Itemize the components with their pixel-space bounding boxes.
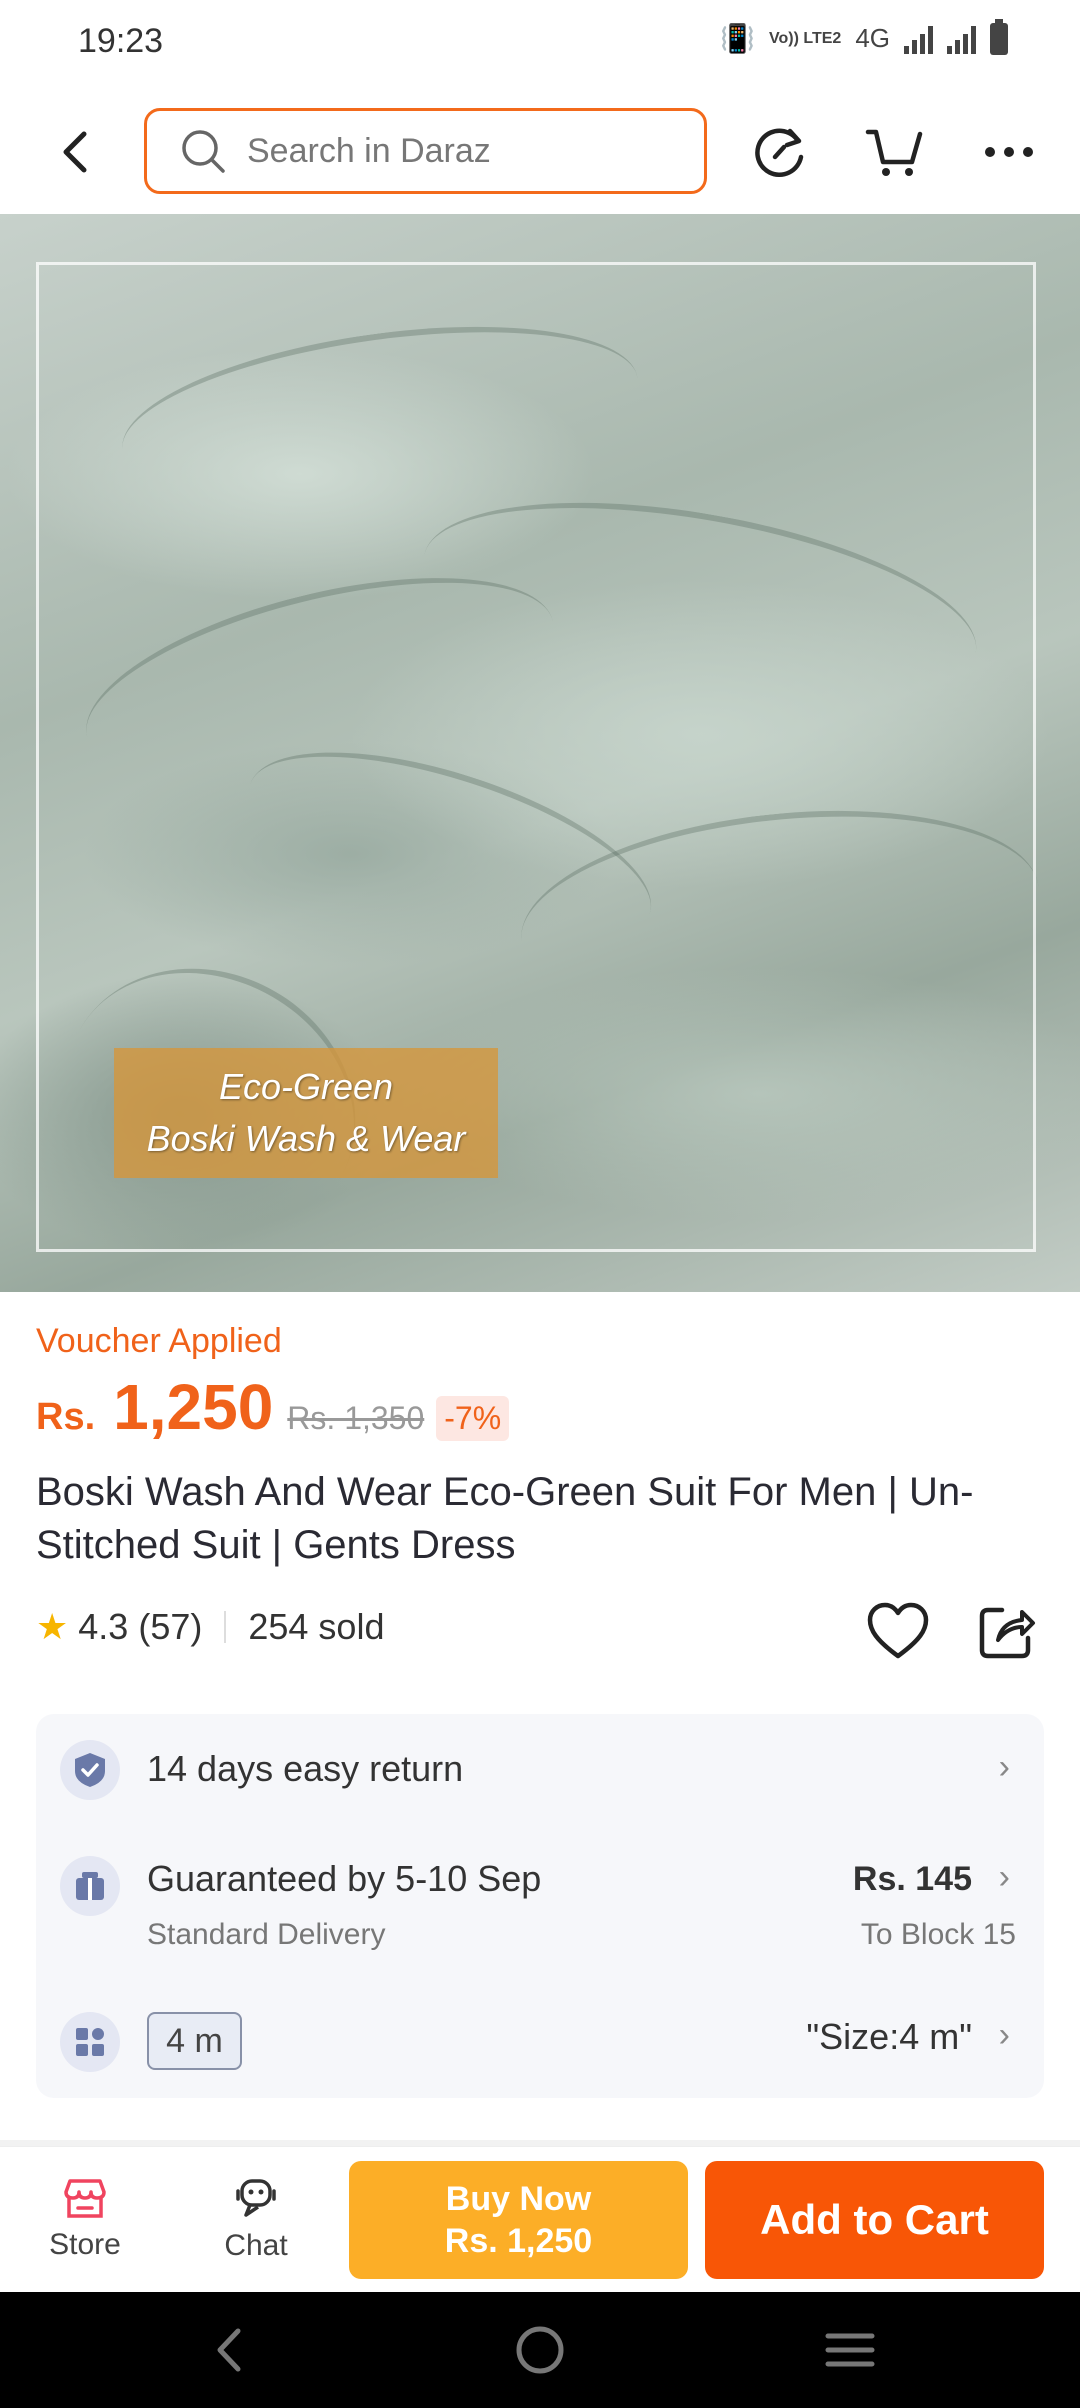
price-value: 1,250 [113, 1371, 274, 1443]
service-info-card: 14 days easy return › Guaranteed by 5-10… [36, 1714, 1044, 2098]
status-icons: 📳 Vo)) LTE2 4G [720, 18, 1008, 55]
product-image[interactable]: Eco-Green Boski Wash & Wear [0, 214, 1080, 1292]
chevron-left-icon [63, 131, 87, 173]
top-header [0, 90, 1080, 214]
more-options-button[interactable] [977, 120, 1041, 184]
search-input[interactable] [247, 131, 667, 171]
nav-home-button[interactable] [510, 2320, 570, 2380]
product-image-tag: Eco-Green Boski Wash & Wear [114, 1048, 498, 1178]
price-currency: Rs. [36, 1396, 96, 1438]
bottom-action-bar: Store Chat Buy Now Rs. 1,250 Add to Cart [0, 2146, 1080, 2292]
shield-check-icon [60, 1740, 120, 1800]
size-chip[interactable]: 4 m [147, 2012, 242, 2070]
rating-value: 4.3 (57) [78, 1606, 203, 1647]
add-to-cart-button[interactable]: Add to Cart [705, 2161, 1044, 2279]
rating-row[interactable]: ★ 4.3 (57) 254 sold [36, 1606, 384, 1648]
gift-box-icon [60, 1856, 120, 1916]
store-button[interactable]: Store [10, 2147, 160, 2293]
refresh-icon [755, 128, 804, 178]
share-button[interactable] [978, 1602, 1036, 1660]
history-button[interactable] [747, 120, 811, 184]
chat-label: Chat [224, 2229, 288, 2262]
discount-badge: -7% [436, 1396, 510, 1441]
return-policy-label: 14 days easy return [147, 1748, 464, 1789]
price-row: Rs. 1,250 Rs. 1,350 -7% [36, 1370, 510, 1444]
search-box[interactable] [144, 108, 707, 194]
cart-icon [865, 129, 923, 176]
buy-now-label: Buy Now [445, 2180, 592, 2218]
delivery-type-label: Standard Delivery [147, 1918, 386, 1951]
return-policy-row[interactable]: 14 days easy return › [36, 1714, 1044, 1824]
network-label: 4G [855, 23, 890, 53]
grid-icon [60, 2012, 120, 2072]
size-variant-row[interactable]: 4 m "Size:4 m" › [36, 1984, 1044, 2098]
chevron-right-icon: › [998, 1858, 1010, 1896]
volte-label: Vo)) LTE2 [769, 29, 842, 47]
heart-icon [867, 1602, 929, 1659]
tag-line-1: Eco-Green [218, 1066, 394, 1107]
buy-now-price: Rs. 1,250 [444, 2222, 593, 2260]
nav-back-icon [217, 2328, 241, 2372]
delivery-guarantee-label: Guaranteed by 5-10 Sep [147, 1858, 542, 1899]
cart-button[interactable] [862, 120, 926, 184]
delivery-fee: Rs. 145 [852, 1860, 972, 1898]
vibrate-icon: 📳 [720, 23, 756, 54]
nav-back-button[interactable] [198, 2320, 258, 2380]
signal-icon-2 [947, 24, 976, 54]
status-bar: 19:23 📳 Vo)) LTE2 4G [0, 0, 1080, 90]
chevron-right-icon: › [998, 1748, 1010, 1786]
chat-icon [236, 2179, 276, 2217]
product-title: Boski Wash And Wear Eco-Green Suit For M… [36, 1470, 974, 1567]
star-icon: ★ [36, 1606, 69, 1647]
nav-menu-icon [825, 2333, 875, 2367]
buy-now-button[interactable]: Buy Now Rs. 1,250 [349, 2161, 688, 2279]
nav-recents-button[interactable] [820, 2320, 880, 2380]
signal-icon [904, 24, 933, 54]
share-icon [979, 1607, 1035, 1659]
tag-line-2: Boski Wash & Wear [146, 1118, 466, 1159]
divider [224, 1611, 227, 1643]
store-label: Store [49, 2228, 121, 2261]
system-nav-bar [0, 2292, 1080, 2408]
selected-size-label: "Size:4 m" [806, 2016, 972, 2057]
chevron-right-icon: › [998, 2016, 1010, 2054]
store-icon [64, 2179, 106, 2218]
original-price: Rs. 1,350 [287, 1400, 425, 1436]
battery-icon [990, 18, 1008, 55]
delivery-row[interactable]: Guaranteed by 5-10 Sep Standard Delivery… [36, 1824, 1044, 1984]
voucher-label: Voucher Applied [36, 1322, 282, 1360]
nav-home-icon [516, 2326, 564, 2374]
sold-count: 254 sold [248, 1606, 385, 1647]
chat-button[interactable]: Chat [181, 2147, 331, 2293]
status-time: 19:23 [78, 22, 164, 60]
more-icon [985, 147, 1033, 157]
back-button[interactable] [50, 124, 100, 180]
search-icon [182, 130, 225, 173]
wishlist-button[interactable] [866, 1600, 930, 1664]
delivery-destination: To Block 15 [860, 1918, 1016, 1951]
